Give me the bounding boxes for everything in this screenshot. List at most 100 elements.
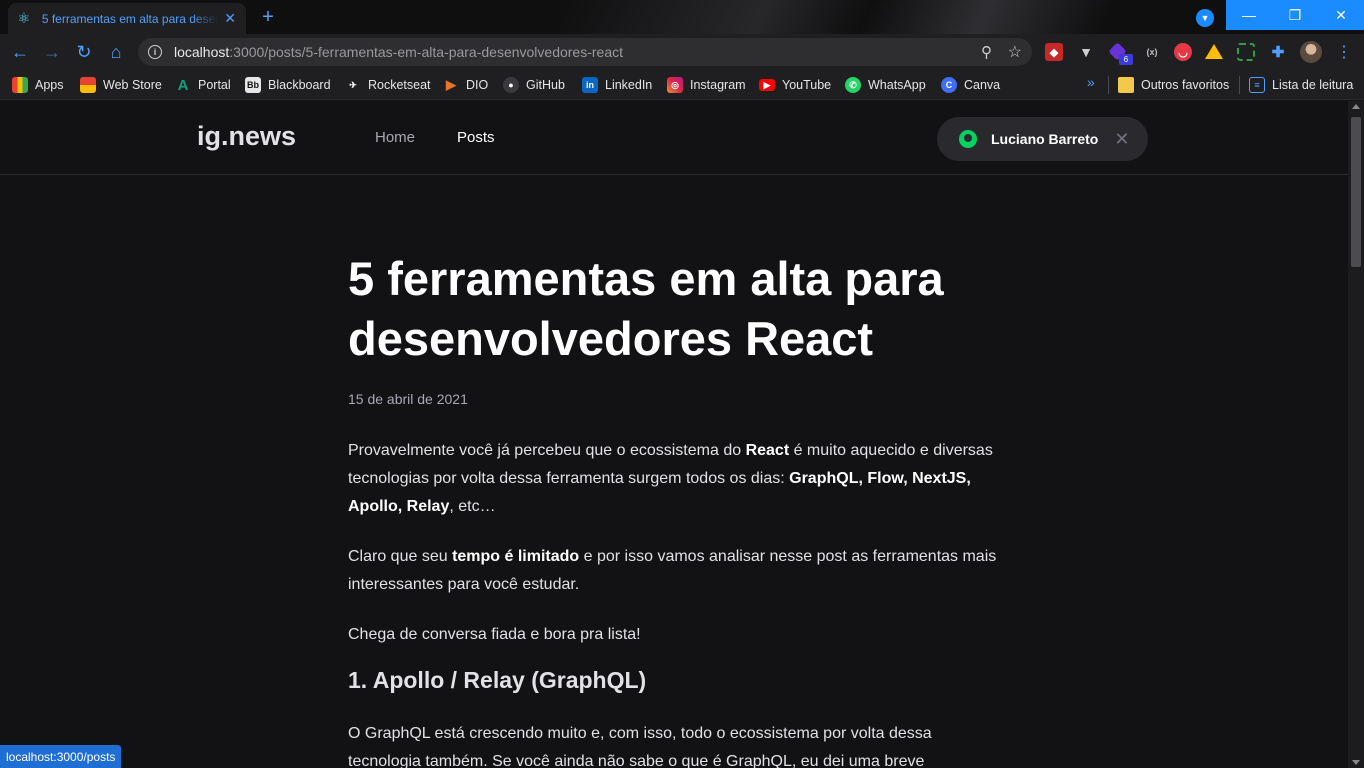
tab-search-icon[interactable]: ▼ [1196, 9, 1214, 27]
extension-bracket-icon[interactable]: (x) [1143, 43, 1161, 61]
bookmark-apps[interactable]: Apps [12, 76, 64, 94]
extension-badge: 6 [1119, 54, 1133, 65]
minimize-button[interactable]: — [1226, 0, 1272, 30]
close-tab-icon[interactable]: ✕ [222, 10, 238, 27]
address-bar[interactable]: i localhost:3000/posts/5-ferramentas-em-… [138, 38, 1032, 66]
blackboard-icon: Bb [245, 77, 261, 93]
bookmark-label: Rocketseat [368, 78, 431, 92]
linkedin-icon: in [582, 77, 598, 93]
github-icon [959, 130, 977, 148]
bookmark-other-folder[interactable]: Outros favoritos [1118, 76, 1229, 94]
text-run: Provavelmente você já percebeu que o eco… [348, 442, 746, 459]
scroll-up-arrow-icon[interactable] [1352, 104, 1360, 109]
bookmark-portal[interactable]: A Portal [175, 76, 231, 94]
apps-grid-icon [12, 77, 28, 93]
site-info-icon[interactable]: i [148, 45, 162, 59]
scroll-down-arrow-icon[interactable] [1352, 760, 1360, 765]
theme-background [560, 0, 1240, 34]
text-run: Claro que seu [348, 548, 453, 565]
status-bubble: localhost:3000/posts [0, 745, 122, 768]
bookmark-rocketseat[interactable]: ✈ Rocketseat [345, 76, 431, 94]
post-paragraph: O GraphQL está crescendo muito e, com is… [348, 725, 932, 768]
canva-icon: C [941, 77, 957, 93]
browser-tab-active[interactable]: ⚛ 5 ferramentas em alta para desenvolved… [8, 3, 246, 34]
extension-red-icon[interactable]: ◆ [1045, 43, 1063, 61]
extension-green-icon[interactable] [1237, 43, 1255, 61]
extension-pocket-icon[interactable]: ◡ [1174, 43, 1192, 61]
reading-list-icon: ≡ [1249, 77, 1265, 93]
forward-button[interactable]: → [40, 40, 64, 64]
reload-button[interactable]: ↻ [72, 40, 96, 64]
bookmark-star-icon[interactable]: ☆ [1008, 42, 1022, 62]
text-run: , etc… [449, 498, 496, 515]
portal-icon: A [177, 76, 189, 94]
profile-avatar[interactable] [1300, 41, 1322, 63]
post-subheading: 1. Apollo / Relay (GraphQL) [348, 667, 647, 693]
bookmark-label: WhatsApp [868, 78, 926, 92]
bookmarks-overflow-button[interactable]: » [1087, 74, 1095, 90]
close-window-button[interactable]: ✕ [1318, 0, 1364, 30]
extension-v-icon[interactable]: ▼ [1077, 43, 1095, 61]
bookmark-label: Portal [198, 78, 231, 92]
bold-text: React [745, 442, 790, 459]
page-scrollbar[interactable] [1348, 101, 1364, 768]
user-name: Luciano Barreto [991, 131, 1099, 147]
folder-icon [1118, 77, 1134, 93]
react-icon: ⚛ [17, 10, 31, 26]
signin-button[interactable]: Luciano Barreto ✕ [937, 117, 1148, 161]
bookmark-label: Apps [35, 78, 64, 92]
site-header: ig.news Home Posts Luciano Barreto ✕ [0, 101, 1348, 175]
home-button[interactable]: ⌂ [104, 40, 128, 64]
tab-strip: ⚛ 5 ferramentas em alta para desenvolved… [0, 0, 1364, 34]
bookmark-label: LinkedIn [605, 78, 653, 92]
bookmark-blackboard[interactable]: Bb Blackboard [245, 76, 331, 94]
sign-out-icon[interactable]: ✕ [1114, 129, 1129, 150]
instagram-icon: ◎ [667, 77, 683, 93]
bookmarks-bar: Apps Web Store A Portal Bb Blackboard ✈ … [0, 70, 1364, 100]
bookmark-whatsapp[interactable]: ✆ WhatsApp [845, 76, 926, 94]
whatsapp-icon: ✆ [845, 77, 861, 93]
web-store-icon [80, 77, 96, 93]
nav-home-link[interactable]: Home [375, 129, 415, 146]
bold-text: tempo é limitado [452, 548, 580, 565]
bookmark-label: YouTube [782, 78, 832, 92]
new-tab-button[interactable]: + [256, 5, 280, 29]
post-paragraph: Provavelmente você já percebeu que o eco… [348, 437, 1008, 521]
bookmark-web-store[interactable]: Web Store [80, 76, 162, 94]
post-title: 5 ferramentas em alta para desenvolvedor… [348, 252, 944, 365]
browser-toolbar: ← → ↻ ⌂ i localhost:3000/posts/5-ferrame… [0, 34, 1364, 70]
bookmark-linkedin[interactable]: in LinkedIn [582, 76, 652, 94]
bookmark-label: Web Store [103, 78, 162, 92]
dio-icon: ▶ [446, 77, 456, 92]
bookmark-youtube[interactable]: ▶ YouTube [759, 76, 831, 94]
bookmark-label: Canva [964, 78, 1001, 92]
bookmark-label: GitHub [526, 78, 565, 92]
bookmark-label: Blackboard [268, 78, 331, 92]
post-date: 15 de abril de 2021 [348, 391, 468, 407]
restore-button[interactable]: ❐ [1272, 0, 1318, 30]
bookmark-github[interactable]: ● GitHub [503, 76, 565, 94]
zoom-icon[interactable]: ⚲ [981, 43, 992, 61]
bookmark-canva[interactable]: C Canva [941, 76, 1000, 94]
bookmark-label: Instagram [690, 78, 746, 92]
rocketseat-icon: ✈ [349, 79, 357, 90]
site-logo[interactable]: ig.news [197, 121, 296, 152]
bookmarks-divider [1239, 76, 1240, 94]
youtube-icon: ▶ [759, 79, 775, 91]
page-viewport: ig.news Home Posts Luciano Barreto ✕ 5 f… [0, 101, 1348, 768]
bookmarks-divider [1108, 76, 1109, 94]
bookmark-dio[interactable]: ▶ DIO [443, 76, 488, 94]
puzzle-icon[interactable]: ✚ [1269, 43, 1287, 61]
menu-kebab-icon[interactable]: ⋮ [1336, 42, 1352, 62]
address-url[interactable]: localhost:3000/posts/5-ferramentas-em-al… [174, 44, 623, 60]
back-button[interactable]: ← [8, 40, 32, 64]
scrollbar-thumb[interactable] [1351, 117, 1361, 267]
bookmark-instagram[interactable]: ◎ Instagram [667, 76, 746, 94]
bookmark-label: Lista de leitura [1272, 78, 1354, 92]
tab-title: 5 ferramentas em alta para desenvolvedor… [41, 11, 218, 26]
google-drive-icon[interactable] [1205, 44, 1223, 59]
reading-list-button[interactable]: ≡ Lista de leitura [1249, 76, 1353, 94]
post-paragraph: Chega de conversa fiada e bora pra lista… [348, 626, 641, 643]
nav-posts-link[interactable]: Posts [457, 129, 495, 146]
bookmark-label: DIO [466, 78, 489, 92]
